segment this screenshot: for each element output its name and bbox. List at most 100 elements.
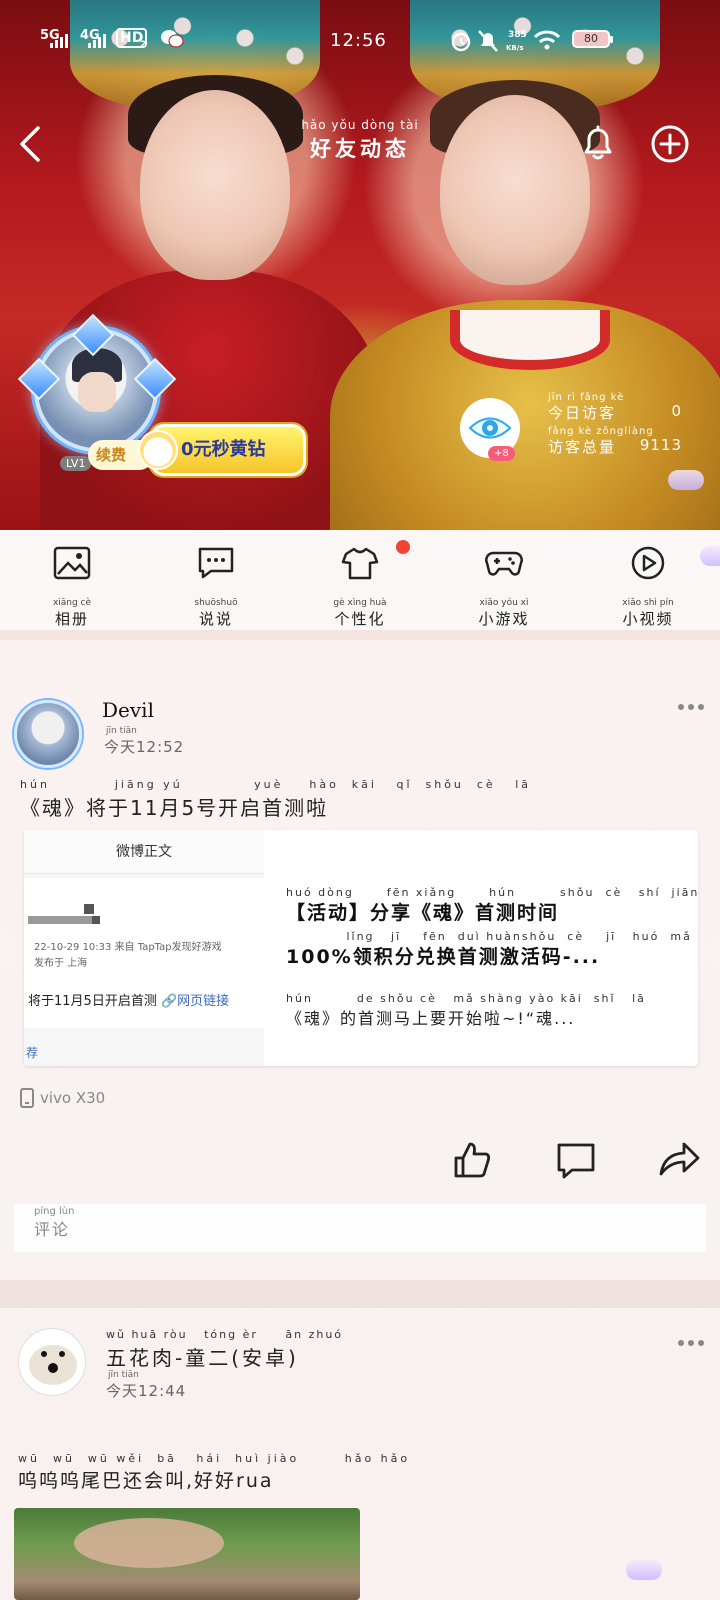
menu-item-album[interactable]: xiāng cè 相册: [0, 530, 144, 630]
blurred-text: [92, 916, 100, 924]
post-author-avatar[interactable]: [14, 700, 82, 768]
cover-face: [140, 90, 290, 280]
page-title-pinyin: hǎo yǒu dòng tài: [301, 118, 419, 132]
photo-album-icon: [53, 546, 91, 580]
today-visitors-count: 0: [671, 402, 682, 420]
menu-item-label: 小视频: [622, 610, 674, 628]
signal-icon: [88, 32, 106, 48]
menu-item-minigame[interactable]: xiǎo yóu xì 小游戏: [432, 530, 576, 630]
share-line: 【活动】分享《魂》首测时间: [286, 902, 560, 924]
more-options-icon[interactable]: [678, 1340, 704, 1346]
visitor-stats[interactable]: jīn rì fǎng kè 今日访客 0 fǎng kè zǒngliàng …: [548, 392, 682, 460]
share-thumbnail: 微博正文 22-10-29 10:33 来自 TapTap发现好游戏 发布于 上…: [24, 830, 264, 1066]
post-time: 今天12:44: [106, 1382, 187, 1400]
share-desc: 《魂》的首测马上要开始啦~!“魂...: [286, 1009, 576, 1028]
post-content-pinyin: wū wū wū wěi bā hái huì jiào hǎo hǎo: [18, 1452, 411, 1465]
menu-item-shuoshuo[interactable]: shuōshuō 说说: [144, 530, 288, 630]
menu-item-video[interactable]: xiǎo shì pín 小视频: [576, 530, 720, 630]
share-line: 100%领积分兑换首测激活码-...: [286, 946, 601, 968]
more-options-icon[interactable]: [678, 704, 704, 710]
share-title: huó dòng fēn xiǎng hún shǒu cè shí jiān …: [286, 886, 697, 1036]
comment-placeholder: 评论: [34, 1220, 71, 1239]
share-desc-pinyin: hún de shǒu cè mǎ shàng yào kāi shǐ lā h…: [286, 992, 698, 1005]
comment-input[interactable]: píng lùn 评论: [14, 1204, 706, 1252]
thumbnail-link: 网页链接: [177, 994, 230, 1009]
author-name-pinyin: wǔ huā ròu tóng èr ān zhuó: [106, 1328, 344, 1341]
mute-bell-icon: [478, 30, 498, 52]
menu-item-label: 相册: [54, 610, 89, 628]
notification-bell-icon[interactable]: [578, 122, 618, 164]
cloud-decoration: [700, 546, 720, 566]
post-content: wū wū wū wěi bā hái huì jiào hǎo hǎo 呜呜呜…: [18, 1452, 410, 1493]
total-visitors-label: 访客总量: [548, 438, 617, 456]
link-icon: 🔗: [160, 994, 178, 1009]
menu-item-pinyin: xiāng cè: [52, 598, 92, 608]
play-circle-icon: [631, 546, 665, 580]
post-device: vivo X30: [20, 1088, 105, 1108]
back-arrow-icon[interactable]: [14, 124, 46, 164]
hd-sub: 2: [140, 40, 147, 50]
cloud-decoration: [626, 1560, 662, 1580]
cover-collar: [450, 310, 610, 370]
menu-item-personalize[interactable]: gè xìng huà 个性化: [288, 530, 432, 630]
battery-icon: 80: [572, 30, 613, 48]
add-circle-icon[interactable]: [650, 124, 690, 164]
post-photo[interactable]: [14, 1508, 360, 1600]
wifi-icon: [534, 30, 560, 50]
menu-item-pinyin: xiǎo yóu xì: [479, 598, 529, 608]
page-title: hǎo yǒu dòng tài 好友动态: [290, 118, 430, 163]
device-name: vivo X30: [40, 1089, 106, 1107]
thumbnail-meta-time: 22-10-29 10:33 来自 TapTap发现好游戏: [34, 942, 222, 953]
cloud-decoration: [668, 470, 704, 490]
status-bar: 5G 4G HD 2 12:56 385 KB/s 80: [0, 0, 720, 80]
post-content-text: 呜呜呜尾巴还会叫,好好rua: [18, 1470, 274, 1492]
author-name-text: 五花肉-童二(安卓): [106, 1346, 299, 1370]
total-visitors-count: 9113: [639, 436, 682, 454]
post-time: 今天12:52: [104, 738, 185, 756]
post-author-avatar[interactable]: [18, 1328, 86, 1396]
cover-face: [440, 95, 590, 285]
feed-post: wǔ huā ròu tóng èr ān zhuó 五花肉-童二(安卓) jī…: [0, 1308, 720, 1600]
phone-icon: [20, 1088, 34, 1108]
chat-bubble-icon: [198, 547, 234, 579]
wechat-icon: [161, 30, 184, 48]
net-speed: 385: [508, 30, 527, 40]
blurred-text: [28, 916, 98, 924]
menu-item-pinyin: xiǎo shì pín: [622, 598, 674, 608]
tshirt-icon: [341, 547, 379, 580]
thumbnail-body: 22-10-29 10:33 来自 TapTap发现好游戏 发布于 上海 将于1…: [24, 878, 264, 1028]
level-badge: LV1: [60, 456, 92, 471]
post-author-name[interactable]: wǔ huā ròu tóng èr ān zhuó 五花肉-童二(安卓): [106, 1328, 343, 1371]
net-speed-unit: KB/s: [506, 44, 524, 52]
menu-item-pinyin: gè xìng huà: [333, 598, 387, 608]
page-title-text: 好友动态: [310, 137, 410, 161]
menu-item-label: 说说: [198, 610, 233, 628]
shared-link-card[interactable]: 微博正文 22-10-29 10:33 来自 TapTap发现好游戏 发布于 上…: [24, 830, 698, 1066]
gamepad-icon: [485, 551, 523, 576]
post-content-pinyin: hún jiāng yú yuè hào kāi qǐ shǒu cè lā: [20, 778, 531, 791]
menu-item-label: 小游戏: [478, 610, 530, 628]
thumbnail-meta-place: 发布于 上海: [34, 958, 88, 969]
notification-dot: [396, 540, 410, 554]
visitor-new-badge: +8: [488, 446, 515, 461]
like-thumb-icon[interactable]: [452, 1140, 492, 1180]
thumbnail-text-line: 将于11月5日开启首测 🔗网页链接: [28, 990, 229, 1009]
post-author-name[interactable]: Devil: [102, 698, 154, 722]
menu-item-label: 个性化: [334, 610, 386, 628]
post-content-text: 《魂》将于11月5号开启首测啦: [20, 796, 329, 820]
eye-icon: [468, 417, 512, 439]
thumbnail-header: 微博正文: [24, 830, 264, 874]
comment-icon[interactable]: [556, 1140, 596, 1180]
share-arrow-icon[interactable]: [658, 1140, 700, 1180]
quick-menu: xiāng cè 相册 shuōshuō 说说 gè xìng huà 个性化 …: [0, 530, 720, 630]
post-time-pinyin: jīn tiān: [108, 1370, 139, 1380]
post-time-pinyin: jīn tiān: [106, 726, 137, 736]
signal-icon: [50, 32, 68, 48]
clock: 12:56: [330, 30, 387, 51]
vip-mascot-icon: [138, 430, 178, 470]
today-visitors-label: 今日访客: [548, 404, 617, 422]
menu-item-pinyin: shuōshuō: [194, 598, 238, 608]
blurred-text: [84, 904, 94, 914]
alarm-icon: [451, 32, 471, 52]
thumbnail-text: 将于11月5日开启首测: [28, 994, 157, 1009]
